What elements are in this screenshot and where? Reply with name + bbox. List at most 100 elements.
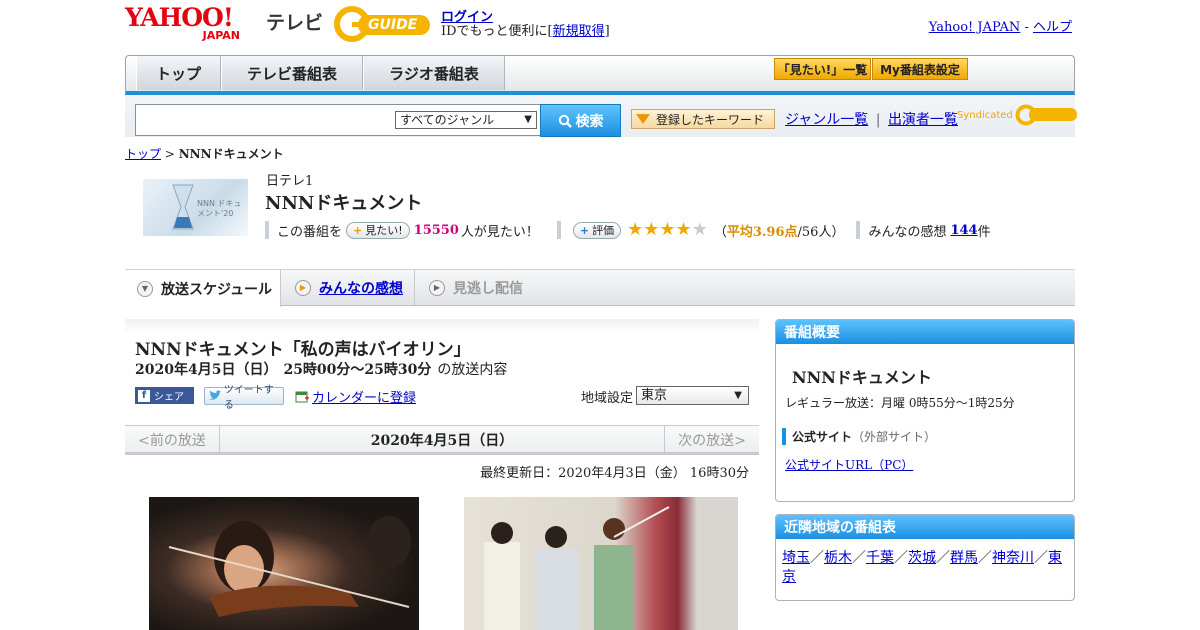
tab-everyone-impressions[interactable]: ▶ みんなの感想 — [283, 270, 415, 305]
link-divider: | — [875, 112, 881, 128]
region-select[interactable]: 東京 ▼ — [636, 386, 749, 405]
link-separator: - — [1020, 20, 1033, 35]
breadcrumb-current: NNNドキュメント — [178, 147, 284, 161]
program-stats-row: この番組を + 見たい! 15550 人が見たい！ + 評価 ★ ★ ★ ★ ★ （平均3.… — [265, 220, 991, 240]
mitai-button[interactable]: + 見たい! — [346, 221, 410, 239]
mitai-list-button[interactable]: 「見たい!」一覧 — [774, 58, 871, 80]
breadcrumb: トップ > NNNドキュメント — [125, 145, 284, 162]
login-note: IDでもっと便利に[新規取得] — [441, 20, 610, 39]
nav-tab-top[interactable]: トップ — [136, 56, 221, 90]
region-separator: ／ — [936, 550, 950, 566]
main-nav-bar: トップ テレビ番組表 ラジオ番組表 「見たい!」一覧 My番組表設定 — [125, 55, 1075, 95]
tab-broadcast-schedule[interactable]: ▼ 放送スケジュール — [125, 270, 281, 307]
prev-broadcast-link[interactable]: <前の放送 — [125, 426, 220, 454]
overview-title: NNNドキュメント — [792, 368, 932, 387]
thumbnail-caption: NNN ドキュメント'20 — [197, 199, 242, 218]
mitai-prefix: この番組を — [277, 224, 343, 240]
rating-open-paren: （ — [713, 224, 727, 240]
dropdown-arrow-icon: ▼ — [524, 114, 532, 125]
region-separator: ／ — [852, 550, 866, 566]
genre-list-link[interactable]: ジャンル一覧 — [785, 112, 868, 128]
facebook-share-label: シェア — [154, 392, 184, 403]
signup-link[interactable]: 新規取得 — [553, 24, 605, 39]
tab-catchup-streaming[interactable]: ▶ 見逃し配信 — [417, 270, 567, 305]
stat-separator — [556, 221, 561, 239]
tab-label: みんなの感想 — [319, 280, 403, 297]
yahoo-japan-logo[interactable]: YAHOO! JAPAN — [125, 3, 260, 41]
rating-detail: （平均3.96点/56人） — [714, 221, 845, 240]
region-separator: ／ — [810, 550, 824, 566]
tv-label: テレビ — [266, 12, 324, 34]
rating-star-icon: ★ — [659, 219, 676, 240]
channel-name: 日テレ1 — [266, 174, 314, 189]
official-site-label: 公式サイト — [792, 430, 853, 444]
rate-button[interactable]: + 評価 — [572, 221, 622, 239]
rating-star-icon: ★ — [627, 219, 644, 240]
twitter-bird-icon — [208, 390, 222, 400]
chevron-down-icon: ▼ — [137, 280, 153, 297]
region-separator: ／ — [1034, 550, 1048, 566]
gguide-logo[interactable]: GUIDE — [334, 6, 434, 42]
search-button[interactable]: 検索 — [540, 104, 621, 137]
plus-icon: + — [579, 223, 590, 237]
episode-photo-orchestra — [149, 497, 419, 630]
last-updated: 最終更新日：2020年4月3日（金） 16時30分 — [480, 466, 749, 481]
play-arrow-icon: ▶ — [429, 279, 445, 296]
kanso-count-link[interactable]: 144 — [950, 223, 977, 238]
add-calendar-link[interactable]: カレンダーに登録 — [312, 387, 416, 406]
plus-icon: + — [353, 223, 363, 237]
nearby-header: 近隣地域の番組表 — [776, 515, 1074, 539]
hospital-scene-photo-icon — [484, 506, 670, 630]
add-calendar[interactable]: カレンダーに登録 — [295, 387, 416, 406]
facebook-share-button[interactable]: f シェア — [135, 387, 194, 404]
rating-star-icon: ★ — [691, 219, 708, 240]
mitai-button-label: 見たい! — [365, 224, 403, 237]
rating-star-icon: ★ — [675, 219, 692, 240]
region-separator: ／ — [978, 550, 992, 566]
episode-title: NNNドキュメント「私の声はバイオリン」 — [135, 340, 471, 360]
nearby-region-link[interactable]: 埼玉 — [782, 550, 810, 566]
performer-list-link[interactable]: 出演者一覧 — [888, 112, 958, 128]
facebook-icon: f — [138, 389, 150, 402]
nearby-region-link[interactable]: 茨城 — [908, 550, 936, 566]
top-right-links: Yahoo! JAPAN - ヘルプ — [929, 16, 1072, 35]
search-input[interactable]: すべてのジャンル ▼ — [135, 104, 541, 136]
rating-average: 平均3.96点 — [726, 224, 798, 240]
registered-keyword-label: 登録したキーワード — [656, 112, 765, 127]
nearby-region-list: 埼玉／栃木／千葉／茨城／群馬／神奈川／東京 — [782, 549, 1070, 587]
violinist-photo-icon — [168, 516, 411, 617]
nearby-region-link[interactable]: 神奈川 — [992, 550, 1034, 566]
next-broadcast-link[interactable]: 次の放送> — [664, 426, 759, 454]
help-link[interactable]: ヘルプ — [1033, 20, 1072, 35]
nearby-region-link[interactable]: 千葉 — [866, 550, 894, 566]
nearby-region-link[interactable]: 栃木 — [824, 550, 852, 566]
nearby-region-box: 近隣地域の番組表 埼玉／栃木／千葉／茨城／群馬／神奈川／東京 — [775, 514, 1075, 601]
nearby-region-link[interactable]: 群馬 — [950, 550, 978, 566]
registered-keyword-button[interactable]: 登録したキーワード — [631, 109, 775, 129]
tweet-label: ツイートする — [223, 385, 274, 411]
nav-tab-tv-schedule[interactable]: テレビ番組表 — [221, 56, 363, 90]
search-bar: すべてのジャンル ▼ 検索 登録したキーワード ジャンル一覧 | 出演者一覧 S… — [125, 95, 1077, 137]
regular-broadcast: レギュラー放送：月曜 0時55分～1時25分 — [785, 396, 1015, 410]
program-tabs: ▼ 放送スケジュール ▶ みんなの感想 ▶ 見逃し配信 — [125, 269, 1075, 307]
broadcast-day-nav: <前の放送 2020年4月5日（日） 次の放送> — [125, 425, 759, 455]
breadcrumb-top-link[interactable]: トップ — [125, 147, 161, 161]
my-bangumi-settings-button[interactable]: My番組表設定 — [872, 58, 968, 80]
genre-select[interactable]: すべてのジャンル ▼ — [395, 111, 537, 129]
login-note-prefix: IDでもっと便利に[ — [441, 24, 553, 39]
official-site-url-link[interactable]: 公式サイトURL（PC） — [785, 456, 913, 473]
yahoo-logo-text: YAHOO! — [125, 3, 234, 32]
region-separator: ／ — [894, 550, 908, 566]
stat-separator — [265, 221, 269, 239]
nav-tab-radio-schedule[interactable]: ラジオ番組表 — [363, 56, 505, 90]
rating-people: /56人） — [797, 224, 845, 240]
tweet-button[interactable]: ツイートする — [204, 385, 284, 411]
login-note-suffix: ] — [604, 24, 610, 39]
episode-datetime: 2020年4月5日（日） 25時00分～25時30分 の放送内容 — [135, 359, 507, 379]
episode-time: 25時00分～25時30分 — [283, 362, 432, 378]
yahoo-japan-link[interactable]: Yahoo! JAPAN — [929, 20, 1021, 35]
kanso-prefix: みんなの感想 — [868, 224, 947, 240]
broadcast-day-label: 2020年4月5日（日） — [370, 433, 514, 449]
episode-header: NNNドキュメント「私の声はバイオリン」 2020年4月5日（日） 25時00分～… — [125, 319, 759, 414]
rating-star-icon: ★ — [643, 219, 660, 240]
